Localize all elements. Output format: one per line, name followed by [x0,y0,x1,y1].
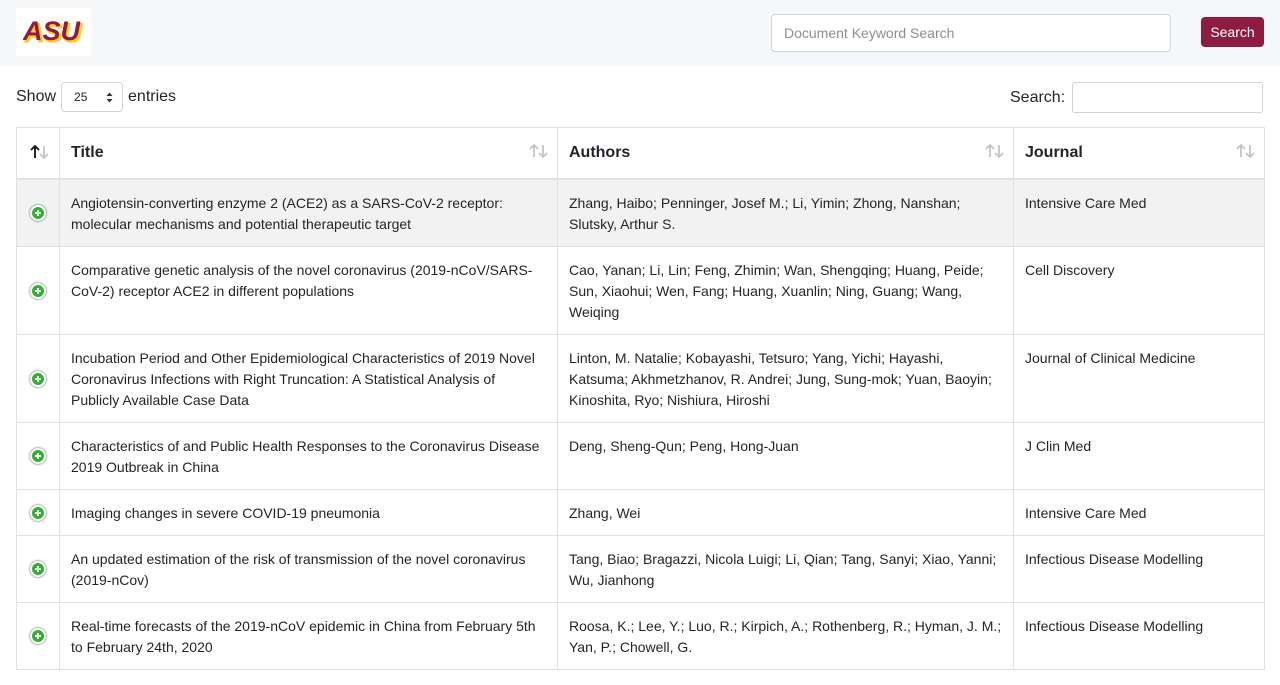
sort-both-icon [529,143,548,159]
row-expand-cell[interactable] [16,178,60,247]
select-caret-icon [106,92,113,103]
asu-logo[interactable]: ASU ASU [16,8,91,56]
journal-cell: Journal of Clinical Medicine [1013,333,1265,423]
title-cell: Angiotensin-converting enzyme 2 (ACE2) a… [59,178,558,247]
expand-row-icon[interactable] [30,504,46,521]
journal-cell: Infectious Disease Modelling [1013,601,1265,670]
asu-logo-mark: ASU ASU [23,17,84,47]
title-cell: An updated estimation of the risk of tra… [59,534,558,603]
sort-both-icon [985,143,1004,159]
document-keyword-search-input[interactable] [771,14,1171,52]
expand-row-icon[interactable] [30,448,46,465]
title-cell: Incubation Period and Other Epidemiologi… [59,333,558,423]
expand-row-icon[interactable] [30,205,46,222]
show-label: Show [16,88,57,105]
journal-cell: J Clin Med [1013,421,1265,490]
column-header-title-label: Title [71,143,104,161]
table-search-input[interactable] [1072,82,1264,113]
entries-per-page-value: 25 [74,90,88,104]
filter-label: Search: [1010,88,1066,106]
title-cell: Characteristics of and Public Health Res… [59,421,558,490]
column-header-journal-label: Journal [1025,143,1083,161]
authors-cell: Zhang, Wei [557,488,1014,536]
expand-row-icon[interactable] [30,628,46,645]
expand-row-icon[interactable] [30,561,46,578]
sort-ascending-icon [30,144,49,160]
search-button[interactable]: Search [1201,17,1264,47]
row-expand-cell[interactable] [16,488,60,536]
svg-text:ASU: ASU [23,17,82,46]
sort-both-icon [1236,143,1255,159]
column-header-control[interactable] [16,127,60,180]
journal-cell: Cell Discovery [1013,245,1265,335]
row-expand-cell[interactable] [16,421,60,490]
table-row[interactable]: An updated estimation of the risk of tra… [16,534,1265,603]
table-row[interactable]: Characteristics of and Public Health Res… [16,421,1265,490]
column-header-authors-label: Authors [569,143,631,161]
title-cell: Comparative genetic analysis of the nove… [59,245,558,335]
table-row[interactable]: Incubation Period and Other Epidemiologi… [16,333,1265,423]
journal-cell: Intensive Care Med [1013,178,1265,247]
documents-table: Title Authors Journal Angiotensin-conver… [16,127,1265,670]
table-row[interactable]: Imaging changes in severe COVID-19 pneum… [16,488,1265,536]
entries-length-control: Show 25 entries [16,82,176,112]
authors-cell: Linton, M. Natalie; Kobayashi, Tetsuro; … [557,333,1014,423]
table-row[interactable]: Real-time forecasts of the 2019-nCoV epi… [16,601,1265,670]
title-cell: Real-time forecasts of the 2019-nCoV epi… [59,601,558,670]
column-header-journal[interactable]: Journal [1013,127,1265,180]
column-header-authors[interactable]: Authors [557,127,1014,180]
authors-cell: Tang, Biao; Bragazzi, Nicola Luigi; Li, … [557,534,1014,603]
journal-cell: Intensive Care Med [1013,488,1265,536]
authors-cell: Zhang, Haibo; Penninger, Josef M.; Li, Y… [557,178,1014,247]
authors-cell: Deng, Sheng-Qun; Peng, Hong-Juan [557,421,1014,490]
row-expand-cell[interactable] [16,333,60,423]
table-filter: Search: [1010,82,1264,113]
authors-cell: Cao, Yanan; Li, Lin; Feng, Zhimin; Wan, … [557,245,1014,335]
authors-cell: Roosa, K.; Lee, Y.; Luo, R.; Kirpich, A.… [557,601,1014,670]
table-header-row: Title Authors Journal [16,127,1265,180]
journal-cell: Infectious Disease Modelling [1013,534,1265,603]
top-navbar: ASU ASU Search [0,0,1280,66]
table-row[interactable]: Comparative genetic analysis of the nove… [16,245,1265,335]
row-expand-cell[interactable] [16,245,60,335]
title-cell: Imaging changes in severe COVID-19 pneum… [59,488,558,536]
entries-label: entries [128,88,177,105]
table-row[interactable]: Angiotensin-converting enzyme 2 (ACE2) a… [16,178,1265,247]
expand-row-icon[interactable] [30,282,46,299]
entries-per-page-select[interactable]: 25 [61,82,124,112]
column-header-title[interactable]: Title [59,127,558,180]
row-expand-cell[interactable] [16,534,60,603]
expand-row-icon[interactable] [30,370,46,387]
row-expand-cell[interactable] [16,601,60,670]
